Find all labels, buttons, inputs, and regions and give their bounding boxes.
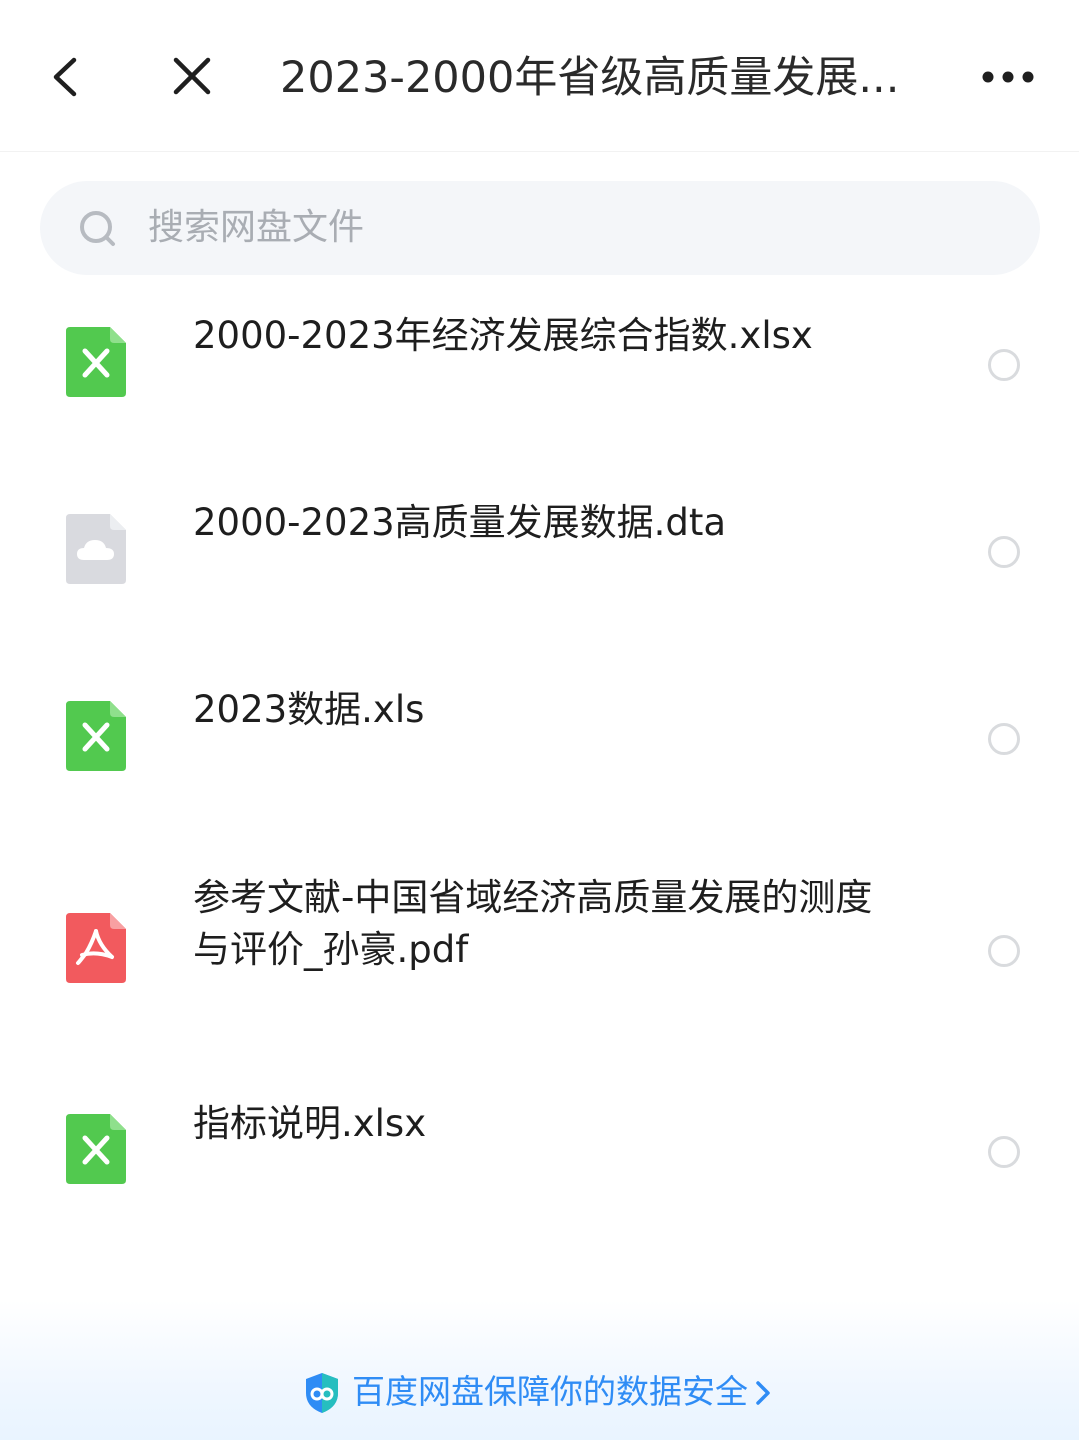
file-name-line-2: 与评价_孙豪.pdf [193,928,469,971]
select-radio[interactable] [988,536,1020,568]
file-name: 2000-2023年经济发展综合指数.xlsx [193,314,813,357]
search-placeholder: 搜索网盘文件 [148,207,365,248]
excel-file-icon [66,327,126,397]
more-dots-icon [982,71,1034,83]
select-radio[interactable] [988,349,1020,381]
select-radio[interactable] [988,723,1020,755]
select-radio[interactable] [988,1136,1020,1168]
file-name: 2000-2023高质量发展数据.dta [193,501,727,544]
shield-icon [306,1373,338,1413]
search-icon [80,211,115,246]
file-row[interactable]: 2000-2023高质量发展数据.dta [0,477,1079,657]
chevron-right-icon [756,1381,770,1405]
excel-file-icon [66,1114,126,1184]
close-button[interactable] [162,46,222,106]
header-divider [0,151,1079,152]
more-button[interactable] [975,46,1041,106]
file-name: 2023数据.xls [193,688,425,731]
file-name: 指标说明.xlsx [193,1102,427,1145]
search-input[interactable]: 搜索网盘文件 [40,181,1040,275]
file-row[interactable]: 指标说明.xlsx [0,1076,1079,1256]
cloud-file-icon [66,514,126,584]
chevron-left-icon [53,57,77,97]
page-title: 2023-2000年省级高质量发展... [280,53,900,103]
file-row[interactable]: 参考文献-中国省域经济高质量发展的测度 与评价_孙豪.pdf [0,862,1079,1062]
top-bar: 2023-2000年省级高质量发展... [0,0,1079,152]
select-radio[interactable] [988,935,1020,967]
file-row[interactable]: 2000-2023年经济发展综合指数.xlsx [0,290,1079,470]
footer-text: 百度网盘保障你的数据安全 [352,1372,748,1411]
file-row[interactable]: 2023数据.xls [0,664,1079,844]
file-name-line-1: 参考文献-中国省域经济高质量发展的测度 [193,876,873,919]
back-button[interactable] [36,46,96,106]
pdf-file-icon [66,913,126,983]
excel-file-icon [66,701,126,771]
close-icon [173,57,211,95]
